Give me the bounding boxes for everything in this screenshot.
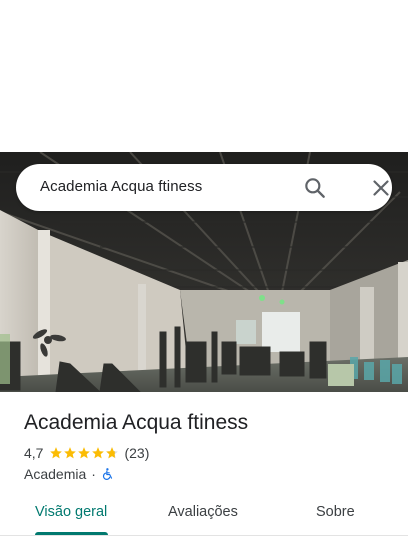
star-rating <box>49 446 119 460</box>
star-half-icon <box>106 447 119 459</box>
rating-row[interactable]: 4,7 (23) <box>24 444 149 462</box>
star-icon <box>78 447 91 459</box>
star-icon <box>50 447 63 459</box>
place-category: Academia <box>24 466 87 482</box>
tab-bar: Visão geral Avaliações Sobre <box>0 496 408 536</box>
star-icon <box>92 447 105 459</box>
review-count: (23) <box>124 445 150 461</box>
category-row: Academia · <box>24 465 115 483</box>
close-icon[interactable] <box>368 175 394 201</box>
place-info-panel: Academia Acqua ftiness 4,7 (23) Academia… <box>0 392 408 544</box>
tab-overview[interactable]: Visão geral <box>35 504 107 520</box>
tab-about[interactable]: Sobre <box>316 504 355 520</box>
search-icon[interactable] <box>302 175 328 201</box>
search-input[interactable]: Academia Acqua ftiness <box>40 178 202 195</box>
search-bar[interactable]: Academia Acqua ftiness <box>16 164 392 211</box>
rating-value: 4,7 <box>24 445 44 461</box>
tabs-divider <box>0 535 408 536</box>
place-title: Academia Acqua ftiness <box>24 411 249 434</box>
wheelchair-accessible-icon <box>102 468 113 480</box>
separator-dot: · <box>91 466 96 482</box>
blank-map-area <box>0 0 408 152</box>
star-icon <box>64 447 77 459</box>
tab-reviews[interactable]: Avaliações <box>168 504 238 520</box>
